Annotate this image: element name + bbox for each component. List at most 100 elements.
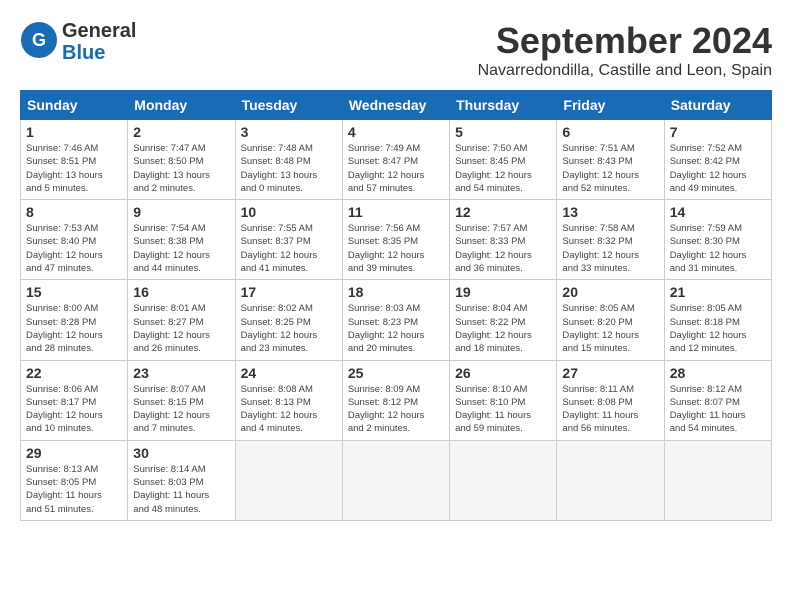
day-info: Sunrise: 8:09 AM Sunset: 8:12 PM Dayligh… xyxy=(348,383,444,436)
day-info: Sunrise: 8:00 AM Sunset: 8:28 PM Dayligh… xyxy=(26,302,122,355)
day-info: Sunrise: 7:52 AM Sunset: 8:42 PM Dayligh… xyxy=(670,142,766,195)
calendar-cell: 11 Sunrise: 7:56 AM Sunset: 8:35 PM Dayli… xyxy=(342,200,449,280)
calendar-cell: 3Sunrise: 7:48 AM Sunset: 8:48 PM Daylig… xyxy=(235,120,342,200)
calendar-cell: 25 Sunrise: 8:09 AM Sunset: 8:12 PM Dayli… xyxy=(342,360,449,440)
day-number: 14 xyxy=(670,204,766,220)
weekday-header-tuesday: Tuesday xyxy=(235,91,342,120)
day-number: 11 xyxy=(348,204,444,220)
location-title: Navarredondilla, Castille and Leon, Spai… xyxy=(478,62,772,80)
day-number: 1 xyxy=(26,124,122,140)
day-info: Sunrise: 7:56 AM Sunset: 8:35 PM Dayligh… xyxy=(348,222,444,275)
weekday-header-friday: Friday xyxy=(557,91,664,120)
calendar-cell: 24 Sunrise: 8:08 AM Sunset: 8:13 PM Dayli… xyxy=(235,360,342,440)
day-info: Sunrise: 7:53 AM Sunset: 8:40 PM Dayligh… xyxy=(26,222,122,275)
day-info: Sunrise: 8:14 AM Sunset: 8:03 PM Dayligh… xyxy=(133,463,229,516)
calendar-cell: 22Sunrise: 8:06 AM Sunset: 8:17 PM Dayli… xyxy=(21,360,128,440)
calendar-cell: 16 Sunrise: 8:01 AM Sunset: 8:27 PM Dayli… xyxy=(128,280,235,360)
calendar-cell: 12 Sunrise: 7:57 AM Sunset: 8:33 PM Dayli… xyxy=(450,200,557,280)
day-info: Sunrise: 7:57 AM Sunset: 8:33 PM Dayligh… xyxy=(455,222,551,275)
calendar-cell: 1 Sunrise: 7:46 AM Sunset: 8:51 PM Daylig… xyxy=(21,120,128,200)
day-number: 2 xyxy=(133,124,229,140)
calendar-week-row: 15 Sunrise: 8:00 AM Sunset: 8:28 PM Dayli… xyxy=(21,280,772,360)
calendar-cell: 10Sunrise: 7:55 AM Sunset: 8:37 PM Dayli… xyxy=(235,200,342,280)
page-header: G General Blue September 2024 Navarredon… xyxy=(20,20,772,80)
day-info: Sunrise: 7:51 AM Sunset: 8:43 PM Dayligh… xyxy=(562,142,658,195)
calendar-cell: 27 Sunrise: 8:11 AM Sunset: 8:08 PM Dayli… xyxy=(557,360,664,440)
weekday-header-monday: Monday xyxy=(128,91,235,120)
svg-text:G: G xyxy=(32,30,46,50)
day-number: 26 xyxy=(455,365,551,381)
day-number: 10 xyxy=(241,204,337,220)
day-number: 9 xyxy=(133,204,229,220)
day-number: 19 xyxy=(455,284,551,300)
calendar-cell: 9 Sunrise: 7:54 AM Sunset: 8:38 PM Daylig… xyxy=(128,200,235,280)
day-info: Sunrise: 7:49 AM Sunset: 8:47 PM Dayligh… xyxy=(348,142,444,195)
calendar-cell: 15 Sunrise: 8:00 AM Sunset: 8:28 PM Dayli… xyxy=(21,280,128,360)
day-info: Sunrise: 7:59 AM Sunset: 8:30 PM Dayligh… xyxy=(670,222,766,275)
logo: G General Blue xyxy=(20,20,136,64)
day-number: 8 xyxy=(26,204,122,220)
day-number: 30 xyxy=(133,445,229,461)
day-number: 24 xyxy=(241,365,337,381)
day-info: Sunrise: 7:58 AM Sunset: 8:32 PM Dayligh… xyxy=(562,222,658,275)
day-info: Sunrise: 7:50 AM Sunset: 8:45 PM Dayligh… xyxy=(455,142,551,195)
day-number: 13 xyxy=(562,204,658,220)
calendar-cell: 7 Sunrise: 7:52 AM Sunset: 8:42 PM Daylig… xyxy=(664,120,771,200)
day-number: 16 xyxy=(133,284,229,300)
day-number: 18 xyxy=(348,284,444,300)
day-number: 6 xyxy=(562,124,658,140)
day-number: 21 xyxy=(670,284,766,300)
day-number: 29 xyxy=(26,445,122,461)
calendar-week-row: 29 Sunrise: 8:13 AM Sunset: 8:05 PM Dayli… xyxy=(21,440,772,520)
weekday-header-wednesday: Wednesday xyxy=(342,91,449,120)
calendar-cell: 4 Sunrise: 7:49 AM Sunset: 8:47 PM Daylig… xyxy=(342,120,449,200)
month-title: September 2024 xyxy=(478,20,772,62)
calendar-cell xyxy=(450,440,557,520)
calendar-cell: 14 Sunrise: 7:59 AM Sunset: 8:30 PM Dayli… xyxy=(664,200,771,280)
day-number: 15 xyxy=(26,284,122,300)
calendar-cell: 13 Sunrise: 7:58 AM Sunset: 8:32 PM Dayli… xyxy=(557,200,664,280)
weekday-header-saturday: Saturday xyxy=(664,91,771,120)
day-info: Sunrise: 8:03 AM Sunset: 8:23 PM Dayligh… xyxy=(348,302,444,355)
day-info: Sunrise: 8:10 AM Sunset: 8:10 PM Dayligh… xyxy=(455,383,551,436)
day-number: 17 xyxy=(241,284,337,300)
calendar-header-row: SundayMondayTuesdayWednesdayThursdayFrid… xyxy=(21,91,772,120)
calendar-week-row: 22Sunrise: 8:06 AM Sunset: 8:17 PM Dayli… xyxy=(21,360,772,440)
day-number: 22 xyxy=(26,365,122,381)
calendar-cell: 2 Sunrise: 7:47 AM Sunset: 8:50 PM Daylig… xyxy=(128,120,235,200)
day-number: 23 xyxy=(133,365,229,381)
day-info: Sunrise: 7:46 AM Sunset: 8:51 PM Dayligh… xyxy=(26,142,122,195)
day-info: Sunrise: 8:13 AM Sunset: 8:05 PM Dayligh… xyxy=(26,463,122,516)
day-number: 25 xyxy=(348,365,444,381)
calendar-cell: 28 Sunrise: 8:12 AM Sunset: 8:07 PM Dayli… xyxy=(664,360,771,440)
calendar-cell: 19Sunrise: 8:04 AM Sunset: 8:22 PM Dayli… xyxy=(450,280,557,360)
day-number: 20 xyxy=(562,284,658,300)
day-info: Sunrise: 8:02 AM Sunset: 8:25 PM Dayligh… xyxy=(241,302,337,355)
day-info: Sunrise: 8:01 AM Sunset: 8:27 PM Dayligh… xyxy=(133,302,229,355)
day-info: Sunrise: 7:54 AM Sunset: 8:38 PM Dayligh… xyxy=(133,222,229,275)
day-info: Sunrise: 7:48 AM Sunset: 8:48 PM Dayligh… xyxy=(241,142,337,195)
day-number: 12 xyxy=(455,204,551,220)
calendar-cell: 5 Sunrise: 7:50 AM Sunset: 8:45 PM Daylig… xyxy=(450,120,557,200)
calendar-cell xyxy=(342,440,449,520)
calendar-week-row: 8 Sunrise: 7:53 AM Sunset: 8:40 PM Daylig… xyxy=(21,200,772,280)
day-info: Sunrise: 8:11 AM Sunset: 8:08 PM Dayligh… xyxy=(562,383,658,436)
day-number: 28 xyxy=(670,365,766,381)
day-number: 4 xyxy=(348,124,444,140)
weekday-header-sunday: Sunday xyxy=(21,91,128,120)
day-number: 7 xyxy=(670,124,766,140)
day-info: Sunrise: 8:05 AM Sunset: 8:18 PM Dayligh… xyxy=(670,302,766,355)
calendar-cell: 8 Sunrise: 7:53 AM Sunset: 8:40 PM Daylig… xyxy=(21,200,128,280)
day-info: Sunrise: 7:47 AM Sunset: 8:50 PM Dayligh… xyxy=(133,142,229,195)
calendar-table: SundayMondayTuesdayWednesdayThursdayFrid… xyxy=(20,90,772,521)
day-number: 5 xyxy=(455,124,551,140)
day-info: Sunrise: 8:08 AM Sunset: 8:13 PM Dayligh… xyxy=(241,383,337,436)
calendar-cell: 18 Sunrise: 8:03 AM Sunset: 8:23 PM Dayli… xyxy=(342,280,449,360)
calendar-cell: 21 Sunrise: 8:05 AM Sunset: 8:18 PM Dayli… xyxy=(664,280,771,360)
day-info: Sunrise: 8:12 AM Sunset: 8:07 PM Dayligh… xyxy=(670,383,766,436)
day-number: 27 xyxy=(562,365,658,381)
calendar-week-row: 1 Sunrise: 7:46 AM Sunset: 8:51 PM Daylig… xyxy=(21,120,772,200)
day-info: Sunrise: 8:05 AM Sunset: 8:20 PM Dayligh… xyxy=(562,302,658,355)
logo-general: General xyxy=(62,20,136,42)
logo-blue: Blue xyxy=(62,42,136,64)
